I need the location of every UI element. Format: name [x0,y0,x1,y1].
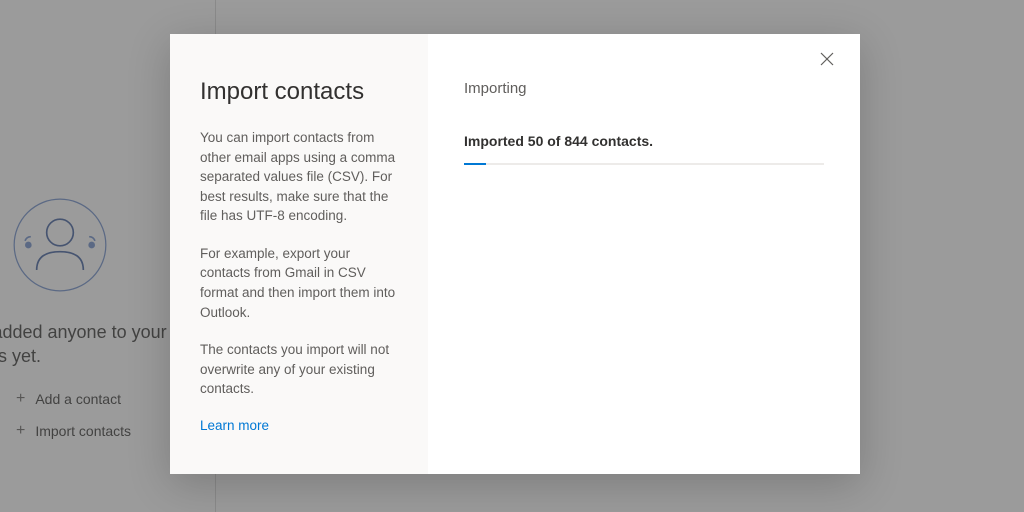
modal-info-paragraph: The contacts you import will not overwri… [200,340,398,399]
progress-bar-track [464,163,824,165]
progress-status: Imported 50 of 844 contacts. [464,133,824,149]
progress-bar-fill [464,163,486,165]
close-button[interactable] [820,52,838,70]
modal-info-paragraph: For example, export your contacts from G… [200,244,398,322]
progress-heading: Importing [464,80,824,97]
modal-progress-panel: Importing Imported 50 of 844 contacts. [428,34,860,474]
modal-info-panel: Import contacts You can import contacts … [170,34,428,474]
modal-title: Import contacts [200,78,398,106]
import-contacts-modal: Import contacts You can import contacts … [170,34,860,474]
close-icon [820,52,834,66]
modal-info-paragraph: You can import contacts from other email… [200,128,398,226]
learn-more-link[interactable]: Learn more [200,418,269,433]
